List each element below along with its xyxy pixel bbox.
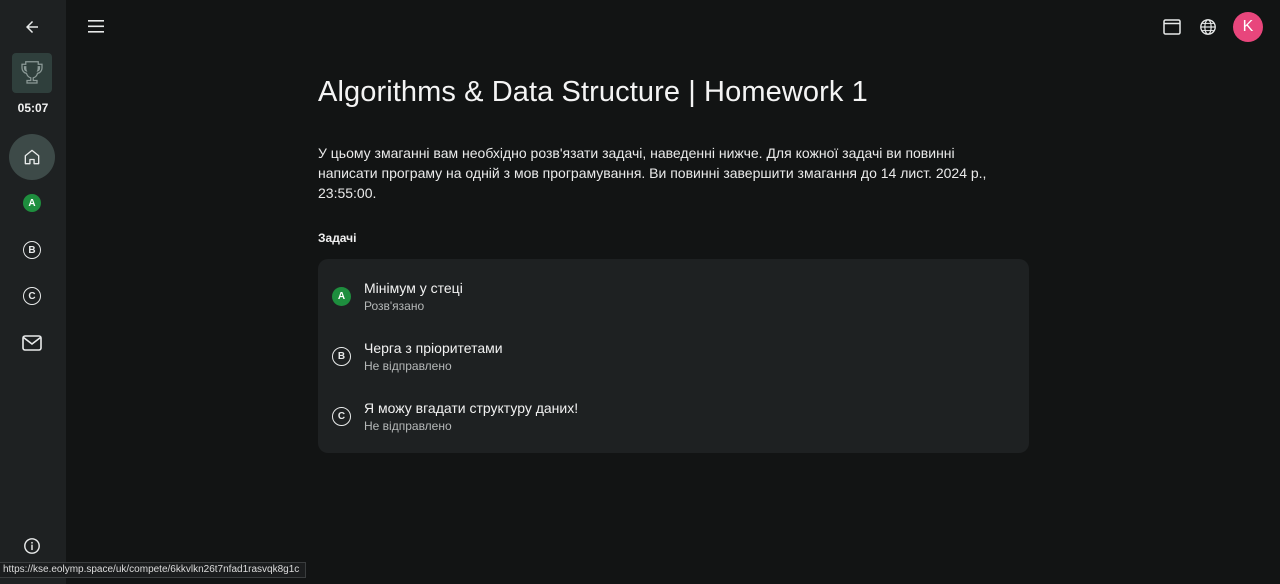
problem-letter-badge: C bbox=[332, 407, 351, 426]
problem-letter-badge: A bbox=[23, 194, 41, 212]
info-button[interactable] bbox=[22, 536, 42, 556]
contest-timer: 05:07 bbox=[17, 101, 49, 115]
contest-description: У цьому змаганні вам необхідно розв'язат… bbox=[318, 145, 987, 201]
problem-letter-badge: B bbox=[332, 347, 351, 366]
hamburger-menu-icon bbox=[88, 19, 104, 33]
menu-button[interactable] bbox=[86, 16, 106, 36]
sidebar: 05:07 A B C bbox=[0, 0, 66, 584]
problem-status: Не відправлено bbox=[364, 419, 452, 433]
arrow-left-icon bbox=[26, 21, 38, 33]
problem-item-c[interactable]: C Я можу вгадати структуру даних! Не від… bbox=[318, 391, 1029, 451]
problems-section-label: Задачі bbox=[318, 231, 357, 245]
problem-status: Не відправлено bbox=[364, 359, 452, 373]
info-icon bbox=[24, 538, 40, 554]
problem-letter-badge: B bbox=[23, 241, 41, 259]
window-icon bbox=[1163, 19, 1181, 35]
link-status-bar: https://kse.eolymp.space/uk/compete/6kkv… bbox=[0, 562, 307, 578]
sidebar-problem-c[interactable]: C bbox=[22, 286, 42, 306]
contest-trophy bbox=[12, 53, 52, 93]
sidebar-problem-b[interactable]: B bbox=[22, 240, 42, 260]
top-right-toolbar: K bbox=[1161, 12, 1263, 42]
home-icon bbox=[24, 149, 40, 165]
trophy-icon bbox=[21, 61, 43, 84]
problems-list: A Мінімум у стеці Розв'язано B Черга з п… bbox=[318, 259, 1029, 453]
problem-letter-badge: C bbox=[23, 287, 41, 305]
problem-item-b[interactable]: B Черга з пріоритетами Не відправлено bbox=[318, 331, 1029, 391]
problem-title: Мінімум у стеці bbox=[364, 280, 463, 296]
messages-button[interactable] bbox=[21, 333, 43, 353]
home-button[interactable] bbox=[9, 134, 55, 180]
page-title: Algorithms & Data Structure | Homework 1 bbox=[318, 76, 868, 108]
window-button[interactable] bbox=[1161, 16, 1183, 38]
problem-title: Я можу вгадати структуру даних! bbox=[364, 400, 579, 416]
back-button[interactable] bbox=[19, 14, 45, 40]
user-avatar[interactable]: K bbox=[1233, 12, 1263, 42]
language-button[interactable] bbox=[1197, 16, 1219, 38]
sidebar-problem-a[interactable]: A bbox=[22, 193, 42, 213]
problem-item-a[interactable]: A Мінімум у стеці Розв'язано bbox=[318, 271, 1029, 331]
globe-icon bbox=[1200, 19, 1216, 35]
problem-status: Розв'язано bbox=[364, 299, 425, 313]
problem-letter-badge: A bbox=[332, 287, 351, 306]
mail-icon bbox=[22, 335, 42, 351]
problem-title: Черга з пріоритетами bbox=[364, 340, 503, 356]
